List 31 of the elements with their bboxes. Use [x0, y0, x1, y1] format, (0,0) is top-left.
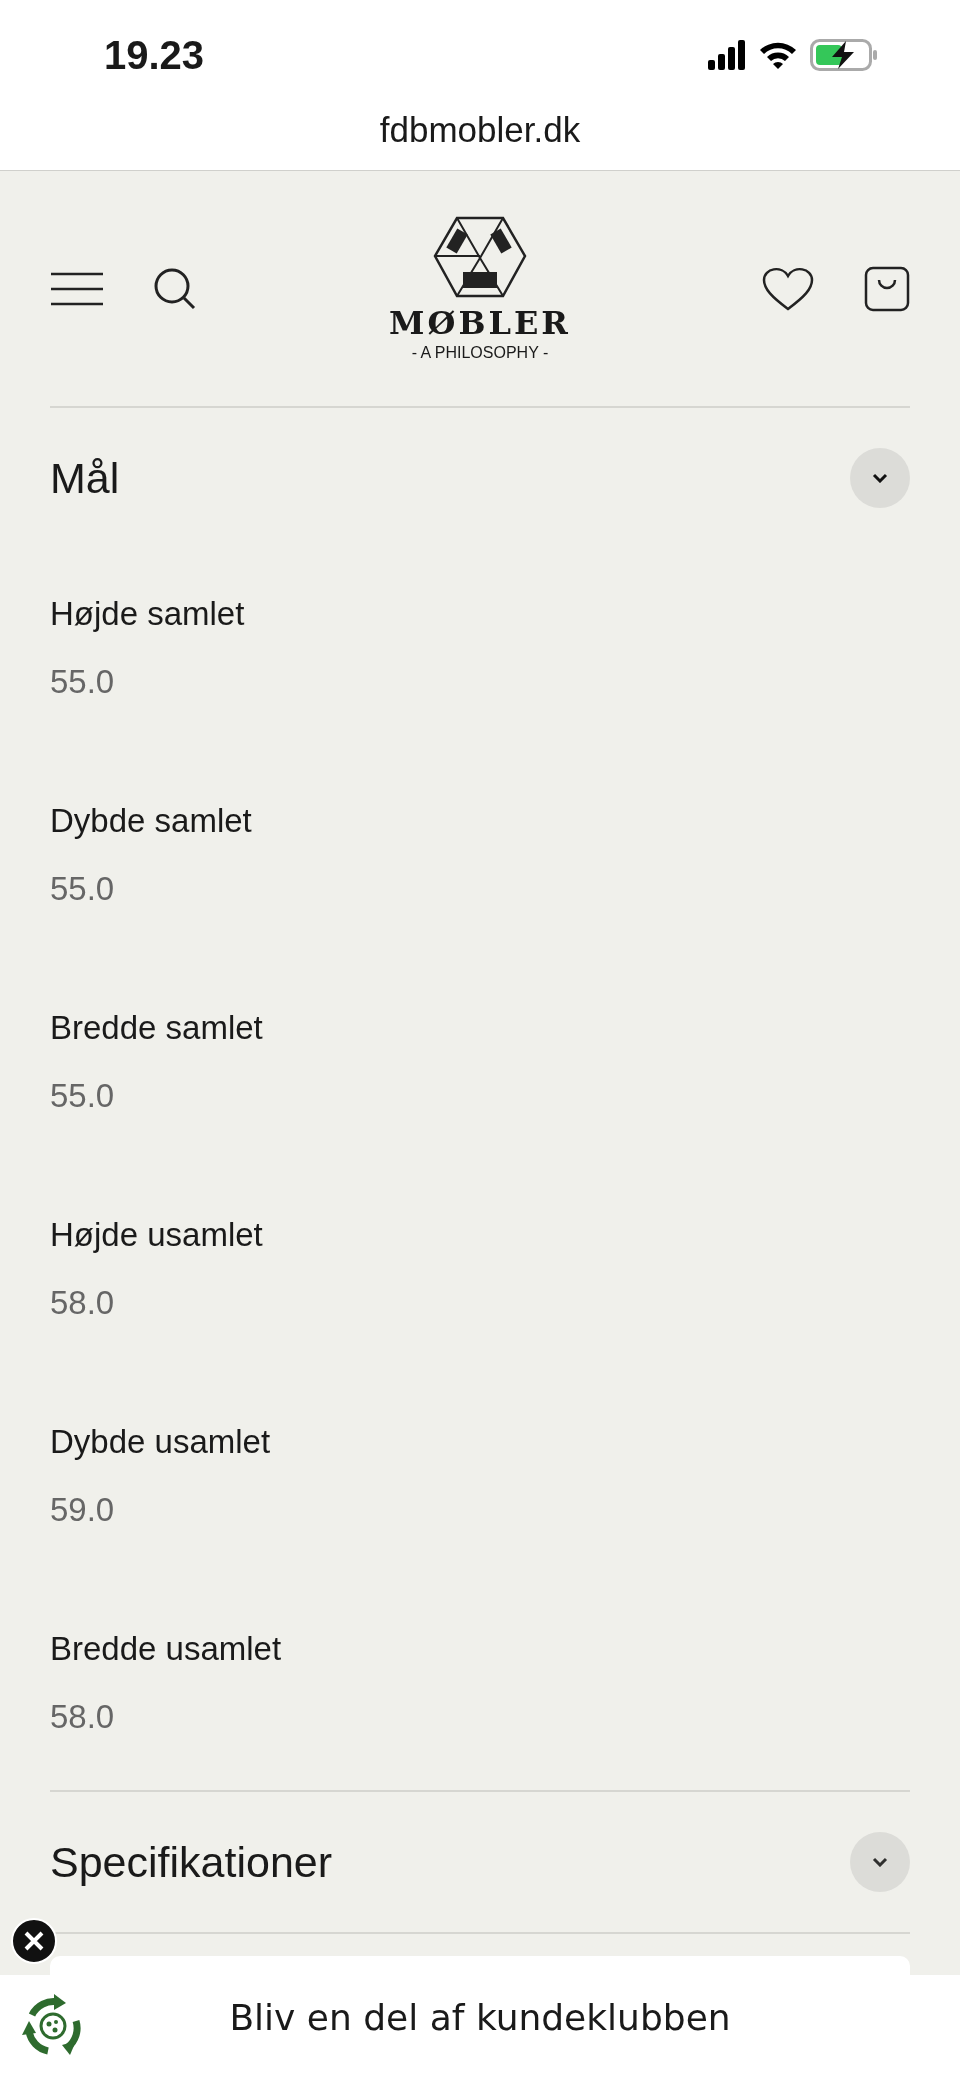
spec-label: Dybde usamlet — [50, 1424, 272, 1460]
chevron-down-icon — [872, 473, 888, 483]
section-title[interactable]: Mål — [50, 453, 120, 503]
banner-text[interactable]: Bliv en del af kundeklubben — [229, 1996, 731, 2038]
search-icon[interactable] — [154, 267, 196, 310]
close-icon — [23, 1930, 45, 1952]
spec-value: 55.0 — [50, 1078, 116, 1114]
spec-label: Højde usamlet — [50, 1217, 264, 1253]
chevron-down-icon — [872, 1857, 888, 1867]
menu-icon[interactable] — [50, 271, 104, 306]
heart-icon[interactable] — [762, 265, 814, 312]
spec-value: 55.0 — [50, 871, 116, 907]
logo-tagline: - A PHILOSOPHY - — [411, 343, 549, 362]
close-button[interactable] — [11, 1918, 57, 1964]
status-time: 19.23 — [104, 32, 205, 78]
spec-value: 59.0 — [50, 1492, 116, 1528]
signal-icon — [708, 40, 746, 70]
spec-value: 55.0 — [50, 664, 116, 700]
section-title[interactable]: Specifikationer — [50, 1837, 333, 1887]
url-text[interactable]: fdbmobler.dk — [379, 110, 581, 150]
shopping-bag-icon[interactable] — [864, 265, 910, 312]
logo-wordmark: MØBLER — [389, 303, 571, 342]
spec-label: Bredde usamlet — [50, 1631, 283, 1667]
battery-charging-icon — [810, 39, 878, 71]
wifi-icon — [758, 40, 798, 70]
cube-logo-icon[interactable] — [433, 215, 527, 300]
spec-label: Højde samlet — [50, 596, 246, 632]
spec-value: 58.0 — [50, 1699, 116, 1735]
spec-label: Dybde samlet — [50, 803, 253, 839]
spec-label: Bredde samlet — [50, 1010, 264, 1046]
spec-value: 58.0 — [50, 1285, 116, 1321]
